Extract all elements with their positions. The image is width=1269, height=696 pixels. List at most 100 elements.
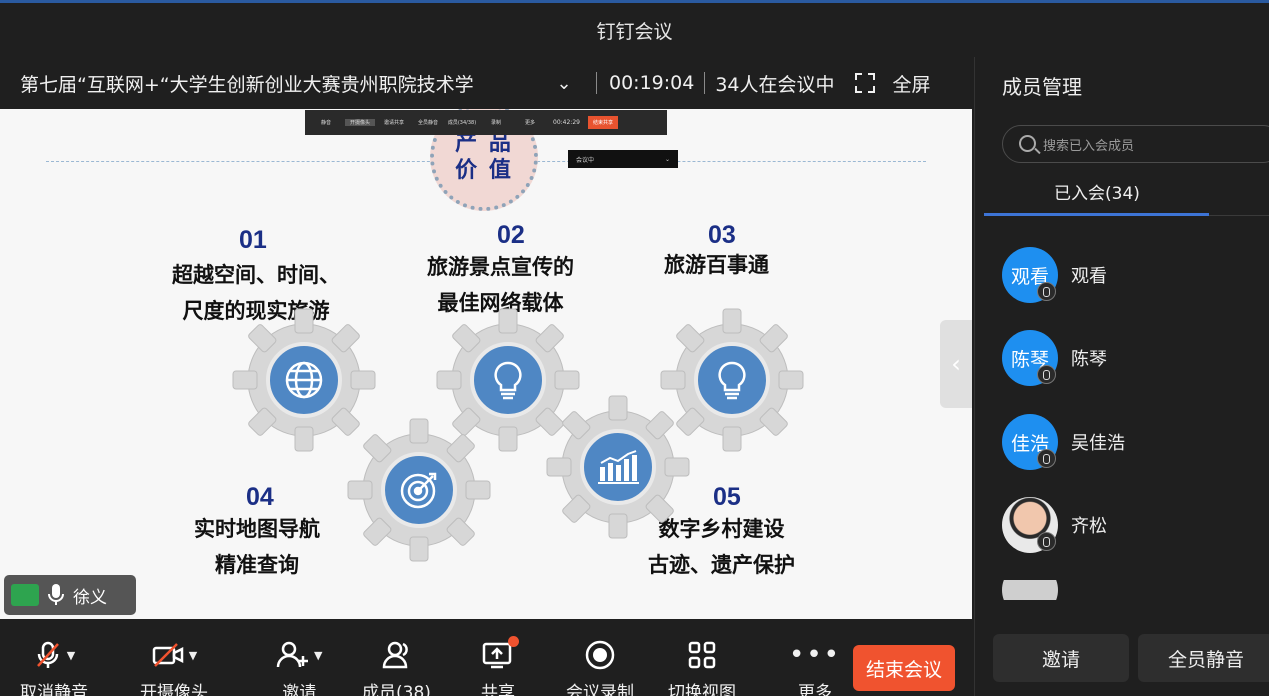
avatar: 观看 <box>1002 247 1058 303</box>
bar-chart-icon <box>580 429 656 505</box>
mini-item: 开摄像头 <box>345 119 375 126</box>
end-meeting-button[interactable]: 结束会议 <box>853 645 955 691</box>
meeting-window: 钉钉会议 第七届“互联网+“大学生创新创业大赛贵州职院技术学 ⌄ 00:19:0… <box>0 0 1269 696</box>
more-button[interactable]: ••• 更多 <box>789 638 841 696</box>
mini-item: 邀请共享 <box>383 120 404 126</box>
chevron-down-icon: ⌄ <box>664 155 670 163</box>
avatar: 陈琴 <box>1002 330 1058 386</box>
mini-item: 录制 <box>490 120 501 126</box>
mini-dropdown: 会议中 ⌄ <box>568 150 678 168</box>
camera-off-icon <box>152 643 184 667</box>
meeting-timer: 00:19:04 <box>609 72 695 94</box>
members-button[interactable]: 成员(38) <box>362 638 431 696</box>
member-item[interactable]: 佳浩 吴佳浩 <box>1002 414 1262 470</box>
more-icon: ••• <box>789 640 842 670</box>
target-icon <box>381 452 457 528</box>
tab-active-indicator <box>984 213 1209 216</box>
divider <box>596 72 597 94</box>
grid-view-icon <box>688 641 716 669</box>
badge-line-2: 价 值 <box>455 158 513 183</box>
item-number: 02 <box>497 221 525 249</box>
mic-muted-icon <box>1037 365 1056 384</box>
item-caption: 实时地图导航 精准查询 <box>194 511 320 583</box>
gear-chart <box>543 392 693 542</box>
speaker-name: 徐义 <box>73 587 107 608</box>
caption-line: 古迹、遗产保护 <box>648 553 795 577</box>
item-number: 05 <box>713 483 741 511</box>
audio-wave-icon <box>11 584 39 606</box>
member-item[interactable]: 陈琴 陈琴 <box>1002 330 1262 386</box>
share-label: 共享 <box>481 683 515 696</box>
caption-line: 实时地图导航 <box>194 517 320 541</box>
item-number: 01 <box>239 226 267 254</box>
record-label: 会议录制 <box>566 683 634 696</box>
chevron-down-icon[interactable]: ▼ <box>314 649 322 662</box>
share-button[interactable]: 共享 <box>481 636 519 696</box>
unmute-button[interactable]: ▼ 取消静音 <box>20 638 88 696</box>
member-panel: 成员管理 搜索已入会成员 已入会(34) 观看 观看 陈琴 陈琴 佳浩 吴佳浩 … <box>974 57 1269 696</box>
members-label: 成员(38) <box>362 683 431 696</box>
panel-title: 成员管理 <box>1002 75 1082 99</box>
meeting-title[interactable]: 第七届“互联网+“大学生创新创业大赛贵州职院技术学 <box>20 70 540 97</box>
meeting-info-bar: 第七届“互联网+“大学生创新创业大赛贵州职院技术学 ⌄ 00:19:04 34人… <box>0 57 973 109</box>
chevron-down-icon[interactable]: ▼ <box>189 649 197 662</box>
notification-dot <box>508 636 519 647</box>
invite-button[interactable]: ▼ 邀请 <box>276 638 322 696</box>
record-button[interactable]: 会议录制 <box>566 638 634 696</box>
item-caption: 旅游百事通 <box>664 247 769 283</box>
item-number: 03 <box>708 221 736 249</box>
invite-member-button[interactable]: 邀请 <box>993 634 1129 682</box>
chevron-down-icon[interactable]: ⌄ <box>550 73 578 94</box>
member-item[interactable]: 观看 观看 <box>1002 247 1262 303</box>
lightbulb-icon <box>470 342 546 418</box>
mini-end-share: 结束共享 <box>587 116 618 129</box>
tab-joined[interactable]: 已入会(34) <box>1054 179 1140 204</box>
caption-line: 旅游景点宣传的 <box>427 255 574 279</box>
mic-muted-icon <box>1037 449 1056 468</box>
mini-dropdown-label: 会议中 <box>576 156 595 164</box>
participant-count[interactable]: 34人在会议中 <box>715 70 834 97</box>
avatar <box>1002 580 1058 600</box>
shared-mini-toolbar: 静音 开摄像头 邀请共享 全员静音 成员(34/38) 录制 更多 00:42:… <box>305 110 667 135</box>
chevron-down-icon[interactable]: ▼ <box>67 649 75 662</box>
globe-icon <box>266 342 342 418</box>
member-item[interactable]: 齐松 <box>1002 497 1262 553</box>
fullscreen-icon[interactable] <box>853 71 877 95</box>
switch-view-label: 切换视图 <box>668 683 736 696</box>
mini-item: 静音 <box>320 120 331 126</box>
member-name: 观看 <box>1071 266 1107 287</box>
window-titlebar: 钉钉会议 <box>0 0 1269 57</box>
window-title: 钉钉会议 <box>596 20 673 43</box>
camera-button[interactable]: ▼ 开摄像头 <box>140 638 208 696</box>
add-user-icon <box>276 641 308 668</box>
member-item[interactable] <box>1002 580 1262 600</box>
unmute-label: 取消静音 <box>20 683 88 696</box>
caption-line: 旅游百事通 <box>664 253 769 277</box>
collapse-panel-button[interactable]: ‹ <box>940 320 972 408</box>
member-name: 齐松 <box>1071 516 1107 537</box>
lightbulb-icon <box>694 342 770 418</box>
search-placeholder: 搜索已入会成员 <box>1043 138 1135 154</box>
mini-timer: 00:42:29 <box>553 119 580 126</box>
mini-item: 更多 <box>524 120 535 126</box>
fullscreen-button[interactable]: 全屏 <box>893 70 931 97</box>
switch-view-button[interactable]: 切换视图 <box>668 638 736 696</box>
caption-line: 超越空间、时间、 <box>172 263 340 287</box>
mic-muted-icon <box>36 641 59 668</box>
member-name: 陈琴 <box>1071 349 1107 370</box>
shared-screen: 产 品 价 值 静音 开摄像头 邀请共享 全员静音 成员(34/38) 录制 更… <box>0 109 972 619</box>
member-search-input[interactable]: 搜索已入会成员 <box>1002 125 1269 163</box>
active-speaker-tag: 徐义 <box>4 575 136 615</box>
members-icon <box>383 641 409 669</box>
avatar: 佳浩 <box>1002 414 1058 470</box>
camera-label: 开摄像头 <box>140 683 208 696</box>
record-icon <box>585 640 615 670</box>
mic-muted-icon <box>1037 532 1056 551</box>
item-number: 04 <box>246 483 274 511</box>
microphone-icon <box>48 584 64 605</box>
mute-all-button[interactable]: 全员静音 <box>1138 634 1269 682</box>
divider <box>704 72 706 94</box>
avatar <box>1002 497 1058 553</box>
mini-item: 全员静音 <box>417 120 438 126</box>
search-icon <box>1019 135 1036 152</box>
